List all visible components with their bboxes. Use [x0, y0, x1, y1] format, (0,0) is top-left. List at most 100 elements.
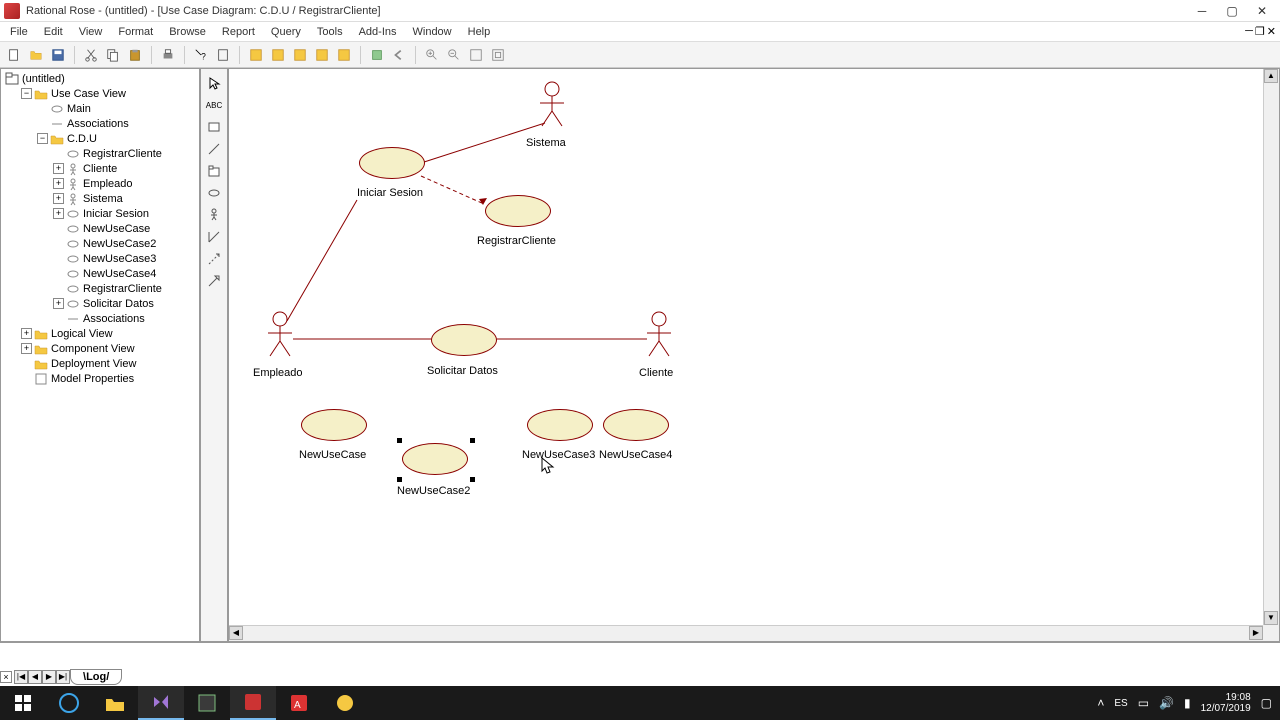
usecase-nuc[interactable]: [301, 409, 367, 441]
fit-window-button[interactable]: [466, 45, 486, 65]
tree-registrar2[interactable]: RegistrarCliente: [3, 281, 197, 296]
copy-button[interactable]: [103, 45, 123, 65]
usecase-nuc4[interactable]: [603, 409, 669, 441]
menu-browse[interactable]: Browse: [163, 24, 212, 40]
tree-registrar[interactable]: RegistrarCliente: [3, 146, 197, 161]
start-button[interactable]: [0, 686, 46, 720]
taskbar-acrobat[interactable]: A: [276, 686, 322, 720]
tree-solicitar[interactable]: +Solicitar Datos: [3, 296, 197, 311]
usecase-tool[interactable]: [203, 183, 225, 203]
menu-query[interactable]: Query: [265, 24, 307, 40]
view-doc-button[interactable]: [213, 45, 233, 65]
menu-format[interactable]: Format: [112, 24, 159, 40]
actor-sistema[interactable]: [537, 81, 567, 131]
tree-cliente[interactable]: +Cliente: [3, 161, 197, 176]
expand-icon[interactable]: +: [21, 343, 32, 354]
usecase-iniciar[interactable]: [359, 147, 425, 179]
maximize-button[interactable]: ▢: [1218, 2, 1246, 20]
expand-icon[interactable]: +: [21, 328, 32, 339]
tray-network-icon[interactable]: ▭: [1138, 696, 1149, 710]
actor-empleado[interactable]: [265, 311, 295, 361]
browse-interaction-button[interactable]: [268, 45, 288, 65]
menu-report[interactable]: Report: [216, 24, 261, 40]
text-tool[interactable]: ABC: [203, 95, 225, 115]
diagram-canvas[interactable]: Sistema Iniciar Sesion RegistrarCliente …: [228, 68, 1280, 642]
undo-fit-button[interactable]: [488, 45, 508, 65]
taskbar-explorer[interactable]: [92, 686, 138, 720]
menu-file[interactable]: File: [4, 24, 34, 40]
log-nav-first[interactable]: |◀: [14, 670, 28, 684]
expand-icon[interactable]: +: [53, 298, 64, 309]
print-button[interactable]: [158, 45, 178, 65]
tree-nuc3[interactable]: NewUseCase3: [3, 251, 197, 266]
note-tool[interactable]: [203, 117, 225, 137]
browse-previous-button[interactable]: [389, 45, 409, 65]
tray-notifications-icon[interactable]: ▢: [1261, 696, 1272, 710]
tree-associations[interactable]: Associations: [3, 116, 197, 131]
cut-button[interactable]: [81, 45, 101, 65]
log-nav-prev[interactable]: ◀: [28, 670, 42, 684]
tree-nuc2[interactable]: NewUseCase2: [3, 236, 197, 251]
dependency-tool[interactable]: [203, 249, 225, 269]
tree-associations2[interactable]: Associations: [3, 311, 197, 326]
usecase-solicitar[interactable]: [431, 324, 497, 356]
context-help-button[interactable]: ?: [191, 45, 211, 65]
tree-pane[interactable]: (untitled) −Use Case View Main Associati…: [0, 68, 200, 642]
tree-nuc[interactable]: NewUseCase: [3, 221, 197, 236]
tree-root[interactable]: (untitled): [3, 71, 197, 86]
tray-clock[interactable]: 19:08 12/07/2019: [1201, 692, 1251, 714]
log-tab[interactable]: \Log/: [70, 669, 122, 685]
expand-icon[interactable]: +: [53, 208, 64, 219]
log-nav-next[interactable]: ▶: [42, 670, 56, 684]
browse-deployment-button[interactable]: [334, 45, 354, 65]
menu-addins[interactable]: Add-Ins: [353, 24, 403, 40]
tray-chevron-icon[interactable]: ˄: [1097, 696, 1104, 710]
collapse-icon[interactable]: −: [37, 133, 48, 144]
mdi-restore-button[interactable]: ❐: [1255, 25, 1265, 38]
browse-state-button[interactable]: [312, 45, 332, 65]
tree-nuc4[interactable]: NewUseCase4: [3, 266, 197, 281]
usecase-nuc2[interactable]: [402, 443, 468, 475]
tree-cdu[interactable]: −C.D.U: [3, 131, 197, 146]
zoom-out-button[interactable]: [444, 45, 464, 65]
mdi-minimize-button[interactable]: ─: [1245, 25, 1253, 38]
expand-icon[interactable]: +: [53, 178, 64, 189]
pointer-tool[interactable]: [203, 73, 225, 93]
browse-parent-button[interactable]: [367, 45, 387, 65]
selection-handle[interactable]: [397, 477, 402, 482]
association-tool[interactable]: [203, 227, 225, 247]
tree-iniciar[interactable]: +Iniciar Sesion: [3, 206, 197, 221]
tray-language[interactable]: ES: [1114, 698, 1127, 709]
selection-handle[interactable]: [470, 438, 475, 443]
taskbar-vs[interactable]: [138, 686, 184, 720]
tray-volume-icon[interactable]: 🔊: [1159, 696, 1174, 710]
save-button[interactable]: [48, 45, 68, 65]
log-close-button[interactable]: ×: [0, 671, 12, 683]
expand-icon[interactable]: +: [53, 193, 64, 204]
taskbar-edge[interactable]: [46, 686, 92, 720]
tree-component[interactable]: +Component View: [3, 341, 197, 356]
generalization-tool[interactable]: [203, 271, 225, 291]
browse-component-button[interactable]: [290, 45, 310, 65]
menu-view[interactable]: View: [73, 24, 109, 40]
collapse-icon[interactable]: −: [21, 88, 32, 99]
tree-modelprops[interactable]: Model Properties: [3, 371, 197, 386]
taskbar-app2[interactable]: [322, 686, 368, 720]
tree-main[interactable]: Main: [3, 101, 197, 116]
selection-handle[interactable]: [470, 477, 475, 482]
new-button[interactable]: [4, 45, 24, 65]
usecase-nuc3[interactable]: [527, 409, 593, 441]
browse-class-button[interactable]: [246, 45, 266, 65]
paste-button[interactable]: [125, 45, 145, 65]
tree-logical[interactable]: +Logical View: [3, 326, 197, 341]
menu-edit[interactable]: Edit: [38, 24, 69, 40]
selection-handle[interactable]: [397, 438, 402, 443]
expand-icon[interactable]: +: [53, 163, 64, 174]
log-nav-last[interactable]: ▶|: [56, 670, 70, 684]
horizontal-scrollbar[interactable]: ◀▶: [229, 625, 1263, 641]
anchor-tool[interactable]: [203, 139, 225, 159]
close-button[interactable]: ✕: [1248, 2, 1276, 20]
menu-window[interactable]: Window: [407, 24, 458, 40]
tree-empleado[interactable]: +Empleado: [3, 176, 197, 191]
menu-tools[interactable]: Tools: [311, 24, 349, 40]
